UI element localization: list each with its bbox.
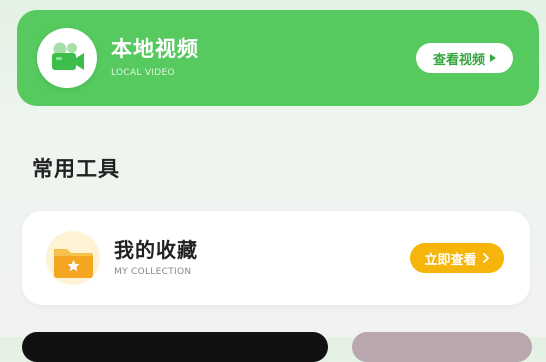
video-camera-icon xyxy=(37,28,97,88)
my-collection-card[interactable]: 我的收藏 MY COLLECTION 立即查看 xyxy=(22,211,530,305)
view-video-button-label: 查看视频 xyxy=(432,52,485,68)
folder-star-icon xyxy=(44,229,102,287)
view-video-button[interactable]: 查看视频 xyxy=(416,43,513,73)
chevron-right-icon xyxy=(482,253,489,263)
view-now-button-label: 立即查看 xyxy=(424,252,477,268)
local-video-card[interactable]: 本地视频 LOCAL VIDEO 查看视频 xyxy=(17,10,539,106)
view-now-button[interactable]: 立即查看 xyxy=(410,243,504,273)
play-arrow-icon xyxy=(490,54,496,62)
local-video-subtitle: LOCAL VIDEO xyxy=(111,68,175,78)
local-video-title: 本地视频 xyxy=(111,37,199,61)
my-collection-title: 我的收藏 xyxy=(114,238,198,262)
section-title-common-tools: 常用工具 xyxy=(32,157,120,181)
my-collection-subtitle: MY COLLECTION xyxy=(114,267,192,277)
